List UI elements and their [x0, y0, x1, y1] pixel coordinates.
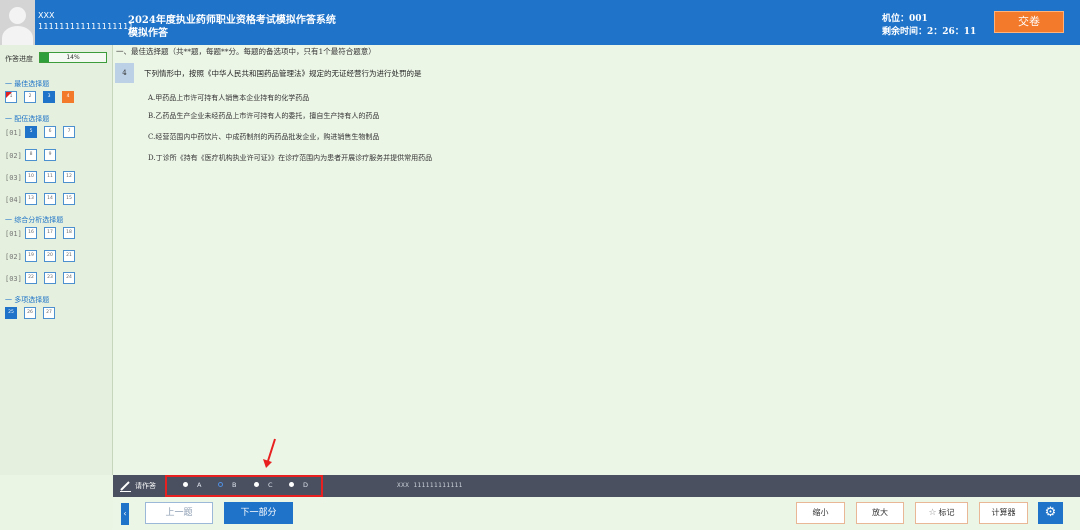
question-box[interactable]: 22 [25, 272, 37, 284]
answer-label: 请作答 [135, 482, 156, 490]
question-box[interactable]: 14 [44, 193, 56, 205]
question-panel: 一、最佳选择题（共**题，每题**分。每题的备选项中，只有1个最符合题意） 4 … [113, 45, 1080, 475]
avatar-body-icon [2, 26, 33, 45]
question-stem: 下列情形中，按照《中华人民共和国药品管理法》规定的无证经营行为进行处罚的是 [144, 69, 422, 78]
option-d-text: D.丁诊所《持有《医疗机构执业许可证》》在诊疗范围内为患者开展诊疗服务并提供常用… [148, 154, 433, 162]
system-subtitle: 模拟作答 [128, 28, 168, 39]
answer-info: XXX 111111111111 [397, 482, 463, 489]
radio-selected-icon[interactable] [218, 482, 223, 487]
question-box[interactable]: 8 [25, 149, 37, 161]
answer-option-d[interactable]: D [289, 481, 308, 489]
progress-bar: 14% [39, 52, 107, 63]
section-title-single-choice[interactable]: 一 最佳选择题 [5, 79, 49, 89]
user-name: XXX [38, 11, 55, 20]
section-title-case-analysis[interactable]: 一 综合分析选择题 [5, 215, 63, 225]
question-box-current[interactable]: 4 [62, 91, 74, 103]
answer-option-a[interactable]: A [183, 481, 201, 489]
question-box[interactable]: 23 [44, 272, 56, 284]
section-title-matching[interactable]: 一 配伍选择题 [5, 114, 49, 124]
radio-icon[interactable] [254, 482, 259, 487]
avatar-head-icon [9, 7, 26, 24]
question-box[interactable]: 2 [24, 91, 36, 103]
group-label: [03] [5, 275, 22, 283]
pen-icon [120, 481, 131, 492]
submit-button[interactable]: 交卷 [994, 11, 1064, 33]
collapse-sidebar-button[interactable]: ‹ [121, 503, 129, 525]
section-instructions: 一、最佳选择题（共**题，每题**分。每题的备选项中，只有1个最符合题意） [116, 47, 376, 56]
question-box[interactable]: 10 [25, 171, 37, 183]
header-bar: XXX 111111111111111111 2024年度执业药师职业资格考试模… [0, 0, 1080, 45]
group-label: [01] [5, 230, 22, 238]
question-box[interactable]: 20 [44, 250, 56, 262]
question-box[interactable]: 16 [25, 227, 37, 239]
prev-question-button[interactable]: 上一题 [145, 502, 213, 524]
star-icon: ☆ [928, 508, 937, 518]
question-box[interactable]: 15 [63, 193, 75, 205]
question-box[interactable]: 9 [44, 149, 56, 161]
question-box[interactable]: 25 [5, 307, 17, 319]
radio-icon[interactable] [289, 482, 294, 487]
question-box[interactable]: 19 [25, 250, 37, 262]
question-box[interactable]: 7 [63, 126, 75, 138]
question-box[interactable]: 12 [63, 171, 75, 183]
question-nav-sidebar: 作答进度 14% 一 最佳选择题 1 2 3 4 一 配伍选择题 [01] 5 … [0, 45, 113, 475]
question-box[interactable]: 13 [25, 193, 37, 205]
group-label: [01] [5, 129, 22, 137]
section-title-multiple-choice[interactable]: 一 多项选择题 [5, 295, 49, 305]
question-box[interactable]: 26 [24, 307, 36, 319]
remaining-time: 剩余时间：2：26：11 [882, 27, 977, 37]
question-box[interactable]: 21 [63, 250, 75, 262]
seat-number: 机位：001 [882, 14, 928, 24]
bottom-toolbar: ‹ 上一题 下一部分 缩小 放大 ☆ 标记 计算器 ⚙ [113, 497, 1080, 530]
shrink-button[interactable]: 缩小 [796, 502, 845, 524]
avatar [0, 0, 35, 45]
answer-bar: 请作答 A B C D XXX 111111111111 [113, 475, 1080, 497]
radio-icon[interactable] [183, 482, 188, 487]
progress-text: 14% [66, 54, 80, 61]
question-number: 4 [115, 63, 134, 83]
question-box[interactable]: 1 [5, 91, 17, 103]
group-label: [03] [5, 174, 22, 182]
answer-option-b[interactable]: B [218, 481, 236, 489]
user-id: 111111111111111111 [38, 22, 134, 31]
question-box[interactable]: 11 [44, 171, 56, 183]
group-label: [04] [5, 196, 22, 204]
question-box[interactable]: 3 [43, 91, 55, 103]
question-box[interactable]: 24 [63, 272, 75, 284]
question-box[interactable]: 5 [25, 126, 37, 138]
group-label: [02] [5, 152, 22, 160]
next-part-button[interactable]: 下一部分 [224, 502, 293, 524]
mark-button[interactable]: ☆ 标记 [915, 502, 968, 524]
progress-label: 作答进度 [5, 55, 33, 63]
option-a-text: A.甲药品上市许可持有人销售本企业持有的化学药品 [148, 94, 310, 102]
question-box[interactable]: 18 [63, 227, 75, 239]
question-box[interactable]: 17 [44, 227, 56, 239]
option-b-text: B.乙药品生产企业未经药品上市许可持有人的委托，擅自生产持有人的药品 [148, 112, 380, 120]
question-box[interactable]: 6 [44, 126, 56, 138]
answer-option-c[interactable]: C [254, 481, 273, 489]
settings-gear-icon[interactable]: ⚙ [1038, 502, 1063, 524]
group-label: [02] [5, 253, 22, 261]
option-c-text: C.经营范围内中药饮片、中成药制剂的丙药品批发企业，购进销售生物制品 [148, 133, 380, 141]
question-box[interactable]: 27 [43, 307, 55, 319]
annotation-arrow-icon [263, 438, 276, 468]
enlarge-button[interactable]: 放大 [856, 502, 904, 524]
calculator-button[interactable]: 计算器 [979, 502, 1028, 524]
